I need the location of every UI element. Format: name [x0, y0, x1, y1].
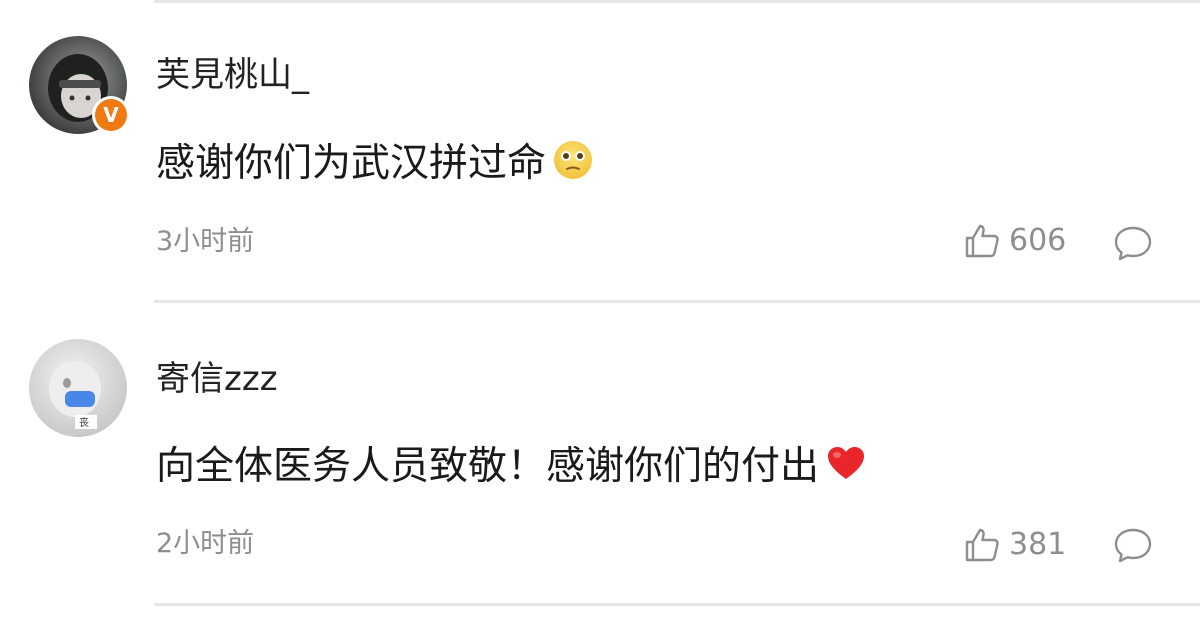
avatar[interactable]: 丧 [29, 339, 127, 437]
divider-top [154, 0, 1200, 3]
timestamp: 2小时前 [156, 528, 255, 559]
speech-bubble-icon [1113, 526, 1153, 564]
speech-bubble-icon [1113, 224, 1153, 262]
comment-list: V 芙見桃山_ 感谢你们为武汉拼过命 3小时前 606 丧 寄信zzz 向全体医… [0, 0, 1200, 629]
divider [154, 300, 1200, 303]
like-button[interactable]: 381 [963, 526, 1066, 564]
svg-text:丧: 丧 [79, 417, 89, 429]
timestamp: 3小时前 [156, 226, 255, 257]
verified-badge: V [92, 96, 130, 134]
thumbs-up-icon [963, 222, 1001, 260]
username[interactable]: 芙見桃山_ [156, 58, 309, 92]
comment-text: 感谢你们为武汉拼过命 [156, 139, 594, 188]
like-button[interactable]: 606 [963, 222, 1066, 260]
avatar-image: 丧 [49, 361, 101, 429]
thumbs-up-icon [963, 526, 1001, 564]
reply-button[interactable] [1113, 526, 1153, 564]
divider [154, 603, 1200, 606]
comment-text: 向全体医务人员致敬！感谢你们的付出 [156, 444, 867, 489]
comment-text-body: 感谢你们为武汉拼过命 [156, 141, 547, 186]
like-count: 606 [1009, 223, 1067, 258]
verified-badge-icon: V [95, 99, 127, 131]
username[interactable]: 寄信zzz [156, 362, 278, 396]
reply-button[interactable] [1113, 224, 1153, 262]
pleading-face-emoji-icon [552, 139, 594, 188]
red-heart-emoji-icon [825, 444, 867, 489]
like-count: 381 [1009, 527, 1067, 562]
comment-text-body: 向全体医务人员致敬！感谢你们的付出 [156, 444, 820, 489]
